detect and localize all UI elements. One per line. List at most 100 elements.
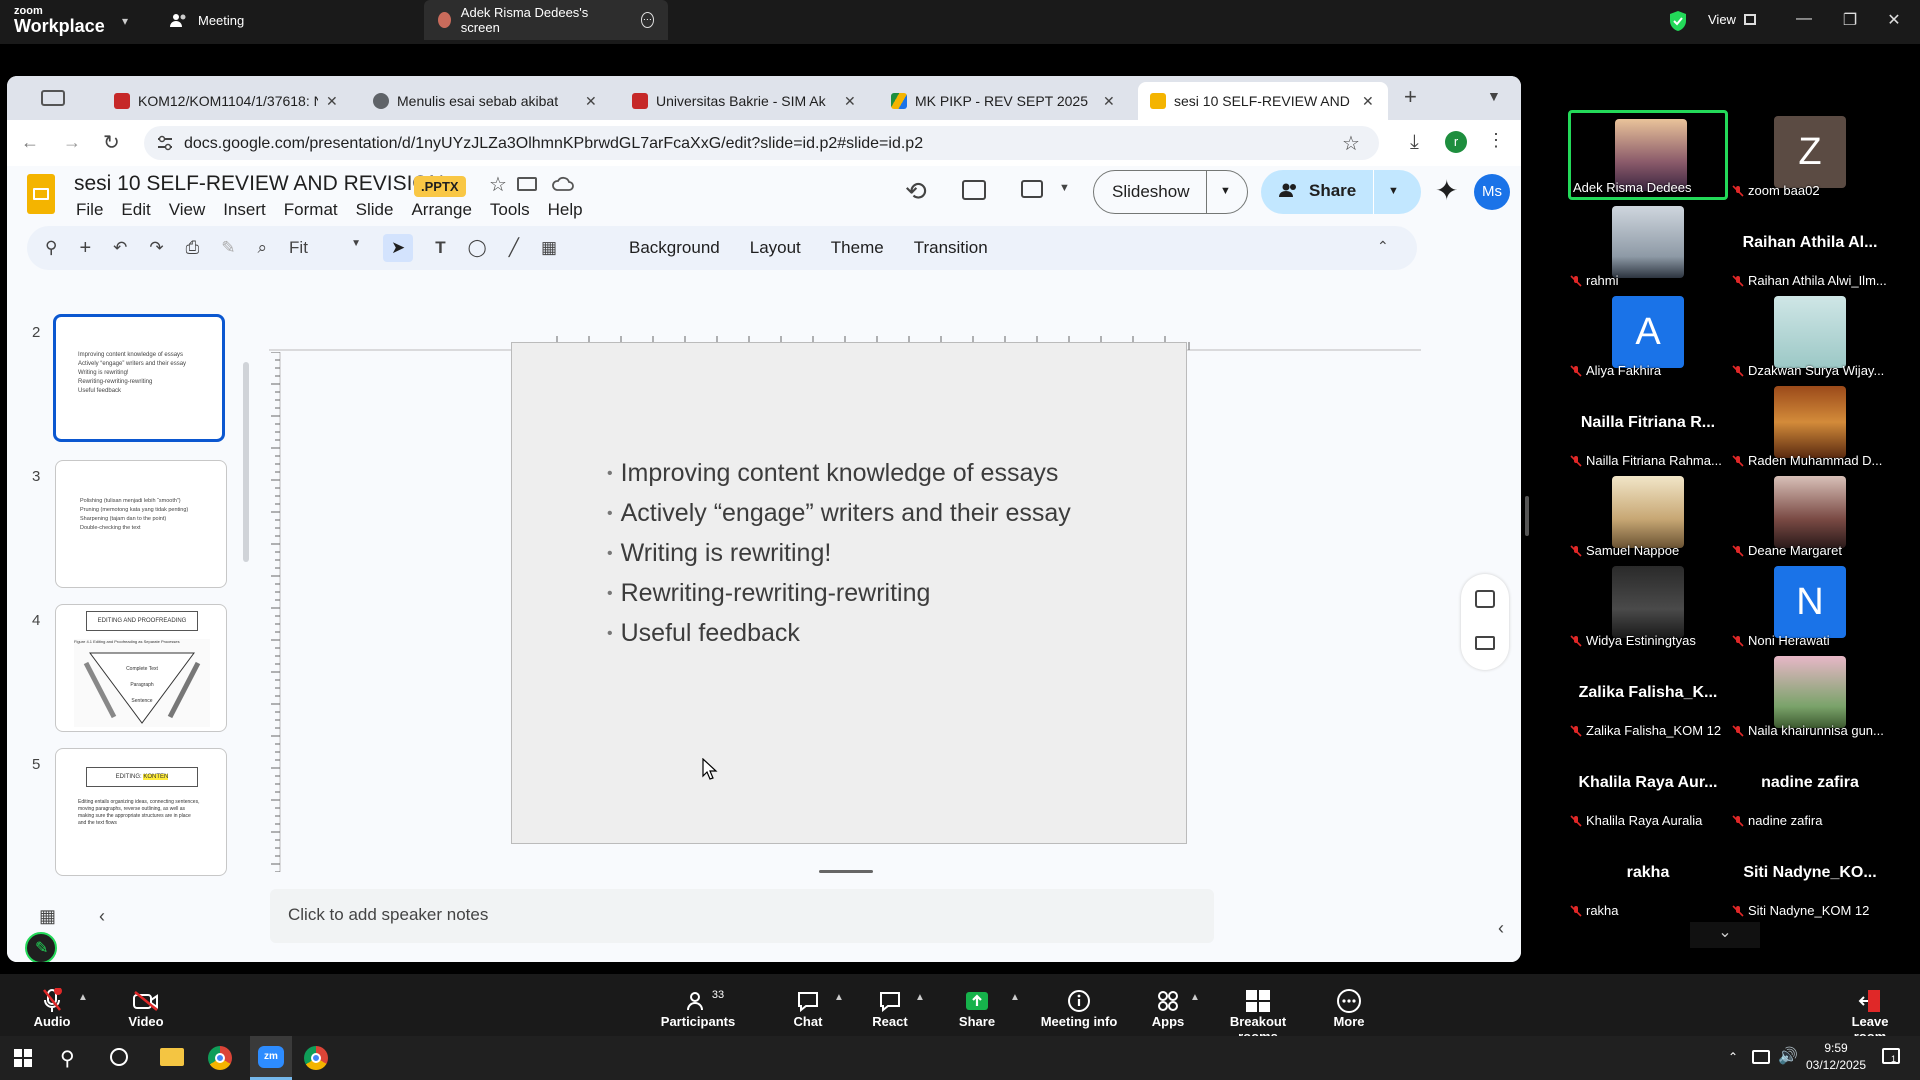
audio-options-caret[interactable]: ▲ — [78, 992, 88, 1003]
tray-chevron-icon[interactable]: ⌃ — [1728, 1050, 1738, 1064]
close-tab-icon[interactable]: ✕ — [326, 93, 338, 110]
back-icon[interactable]: ← — [21, 132, 39, 153]
doc-title[interactable]: sesi 10 SELF-REVIEW AND REVISION — [74, 172, 444, 196]
gemini-sparkle-icon[interactable]: ✦ — [1435, 174, 1458, 207]
menu-edit[interactable]: Edit — [121, 200, 150, 219]
browser-tab-4[interactable]: MK PIKP - REV SEPT 2025 ✕ — [879, 82, 1129, 120]
chat-button[interactable]: Chat — [786, 988, 830, 1029]
react-button[interactable]: React — [868, 988, 912, 1029]
tab-shared-screen[interactable]: Adek Risma Dedees's screen ⋯ — [424, 0, 668, 40]
cloud-status-icon[interactable] — [552, 176, 574, 192]
browser-tab-5-active[interactable]: sesi 10 SELF-REVIEW AND R ✕ — [1138, 82, 1388, 120]
participant-tile[interactable]: Dzakwan Surya Wijay... — [1730, 290, 1890, 380]
close-tab-icon[interactable]: ✕ — [1103, 93, 1115, 110]
view-button[interactable]: View — [1708, 12, 1756, 27]
apps-options-caret[interactable]: ▲ — [1190, 992, 1200, 1003]
star-icon[interactable]: ☆ — [489, 172, 507, 197]
participant-tile[interactable]: N Noni Herawati — [1730, 560, 1890, 650]
chevron-down-icon[interactable]: ▼ — [1059, 182, 1070, 194]
url-input[interactable]: docs.google.com/presentation/d/1nyUYzJLZ… — [144, 126, 1379, 160]
undo-icon[interactable]: ↶ — [113, 238, 127, 258]
version-history-icon[interactable]: ⟲ — [905, 176, 927, 207]
restore-icon[interactable]: ❐ — [1840, 10, 1860, 30]
panel-divider-handle[interactable] — [1525, 496, 1529, 536]
browser-tab-2[interactable]: Menulis esai sebab akibat ✕ — [361, 82, 611, 120]
meeting-info-button[interactable]: Meeting info — [1036, 988, 1122, 1029]
chrome-icon[interactable] — [208, 1046, 232, 1070]
close-tab-icon[interactable]: ✕ — [1362, 93, 1374, 110]
explore-icon[interactable] — [1475, 590, 1495, 608]
gallery-next-page-icon[interactable]: ⌄ — [1690, 922, 1760, 948]
search-menus-icon[interactable]: ⚲ — [45, 238, 57, 258]
layout-button[interactable]: Layout — [750, 238, 801, 258]
participant-tile[interactable]: A Aliya Fakhira — [1568, 290, 1728, 380]
browser-menu-icon[interactable]: ⋮ — [1487, 130, 1505, 151]
profile-avatar[interactable]: r — [1445, 131, 1467, 153]
paint-format-icon[interactable]: ✎ — [221, 238, 235, 258]
current-slide[interactable]: • Improving content knowledge of essays •… — [511, 342, 1187, 844]
print-icon[interactable]: ⎙ — [186, 238, 200, 258]
download-icon[interactable]: ⤓ — [1410, 131, 1419, 154]
zoom-select[interactable]: Fit ▼ — [289, 238, 361, 258]
annotate-pen-icon[interactable]: ✎ — [25, 932, 57, 962]
participant-tile[interactable]: Siti Nadyne_KO... Siti Nadyne_KOM 12 — [1730, 830, 1890, 920]
chevron-down-icon[interactable]: ▼ — [1220, 185, 1231, 197]
menu-view[interactable]: View — [169, 200, 206, 219]
participant-tile[interactable]: Naila khairunnisa gun... — [1730, 650, 1890, 740]
chat-options-caret[interactable]: ▲ — [834, 992, 844, 1003]
line-icon[interactable]: ╱ — [509, 238, 519, 258]
tab-search-icon[interactable] — [41, 90, 65, 106]
redo-icon[interactable]: ↷ — [149, 238, 163, 258]
background-button[interactable]: Background — [629, 238, 720, 258]
text-box-icon[interactable]: T — [435, 238, 445, 258]
search-icon[interactable]: ⚲ — [60, 1046, 75, 1071]
video-button[interactable]: Video — [124, 988, 168, 1029]
menu-help[interactable]: Help — [548, 200, 583, 219]
slideshow-button[interactable]: Slideshow ▼ — [1093, 170, 1248, 214]
menu-arrange[interactable]: Arrange — [411, 200, 471, 219]
menu-slide[interactable]: Slide — [356, 200, 394, 219]
participant-tile[interactable]: nadine zafira nadine zafira — [1730, 740, 1890, 830]
browser-tab-3[interactable]: Universitas Bakrie - SIM Ak ✕ — [620, 82, 870, 120]
chevron-down-icon[interactable]: ▼ — [1487, 88, 1501, 104]
participant-tile[interactable]: Zalika Falisha_K... Zalika Falisha_KOM 12 — [1568, 650, 1728, 740]
zoom-icon[interactable]: ⌕ — [258, 238, 268, 258]
participant-tile[interactable]: rahmi — [1568, 200, 1728, 290]
chrome-icon[interactable] — [304, 1046, 328, 1070]
close-icon[interactable]: ✕ — [1884, 10, 1904, 30]
file-explorer-icon[interactable] — [160, 1048, 184, 1066]
notification-icon[interactable]: 1 — [1882, 1048, 1900, 1064]
notes-resize-handle[interactable] — [819, 870, 873, 873]
move-folder-icon[interactable] — [517, 177, 537, 191]
task-view-icon[interactable] — [110, 1048, 128, 1066]
folder-icon[interactable] — [1475, 636, 1495, 650]
menu-insert[interactable]: Insert — [223, 200, 266, 219]
speaker-notes-field[interactable]: Click to add speaker notes — [270, 889, 1214, 943]
grid-view-icon[interactable]: ▦ — [39, 906, 56, 927]
menu-file[interactable]: File — [76, 200, 103, 219]
menu-tools[interactable]: Tools — [490, 200, 530, 219]
site-info-icon[interactable] — [156, 135, 174, 151]
collapse-panel-icon[interactable]: ‹ — [99, 906, 105, 927]
participants-button[interactable]: 33 Participants — [658, 988, 738, 1029]
participant-tile[interactable]: Adek Risma Dedees — [1568, 110, 1728, 200]
share-button[interactable]: Share ▼ — [1261, 170, 1421, 214]
chevron-down-icon[interactable]: ▼ — [1388, 185, 1399, 197]
zoom-taskbar-button[interactable]: zm — [250, 1036, 292, 1080]
reload-icon[interactable]: ↻ — [103, 130, 120, 155]
bookmark-star-icon[interactable]: ☆ — [1342, 131, 1360, 156]
menu-format[interactable]: Format — [284, 200, 338, 219]
close-tab-icon[interactable]: ✕ — [585, 93, 597, 110]
forward-icon[interactable]: → — [63, 132, 81, 153]
audio-button[interactable]: Audio — [30, 988, 74, 1029]
shape-icon[interactable]: ◯ — [468, 238, 487, 258]
more-options-icon[interactable]: ⋯ — [640, 12, 654, 28]
slide-thumbnail-3[interactable]: Polishing (tulisan menjadi lebih “smooth… — [55, 460, 227, 588]
windows-start-icon[interactable] — [14, 1049, 32, 1067]
theme-button[interactable]: Theme — [831, 238, 884, 258]
chevron-down-icon[interactable]: ▾ — [122, 14, 128, 28]
more-button[interactable]: More — [1327, 988, 1371, 1029]
minimize-icon[interactable]: — — [1794, 10, 1814, 30]
meet-camera-icon[interactable] — [1021, 180, 1043, 198]
network-icon[interactable] — [1752, 1050, 1770, 1064]
